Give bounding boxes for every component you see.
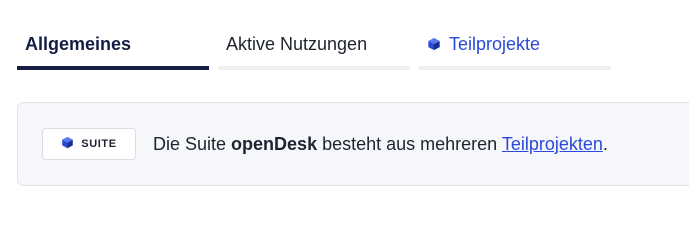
subprojects-link[interactable]: Teilprojekten <box>502 134 603 154</box>
cube-icon <box>61 136 74 152</box>
tab-general[interactable]: Allgemeines <box>17 22 209 70</box>
suite-description: Die Suite openDesk besteht aus mehreren … <box>153 134 608 155</box>
tab-subprojects[interactable]: Teilprojekte <box>419 22 611 70</box>
suite-badge: SUITE <box>42 128 136 160</box>
description-text-middle: besteht aus mehreren <box>317 133 502 154</box>
suite-name: openDesk <box>231 133 318 154</box>
description-text-before: Die Suite <box>153 133 232 154</box>
tab-general-label: Allgemeines <box>25 33 132 54</box>
cube-icon <box>427 37 441 51</box>
tab-active-usage[interactable]: Aktive Nutzungen <box>218 22 410 70</box>
description-text-after: . <box>602 133 608 154</box>
suite-info-box: SUITE Die Suite openDesk besteht aus meh… <box>17 102 689 186</box>
tab-active-usage-label: Aktive Nutzungen <box>226 33 368 54</box>
suite-badge-label: SUITE <box>81 138 117 150</box>
tab-bar: Allgemeines Aktive Nutzungen Teilprojekt… <box>17 22 611 70</box>
tab-subprojects-label: Teilprojekte <box>449 33 541 54</box>
